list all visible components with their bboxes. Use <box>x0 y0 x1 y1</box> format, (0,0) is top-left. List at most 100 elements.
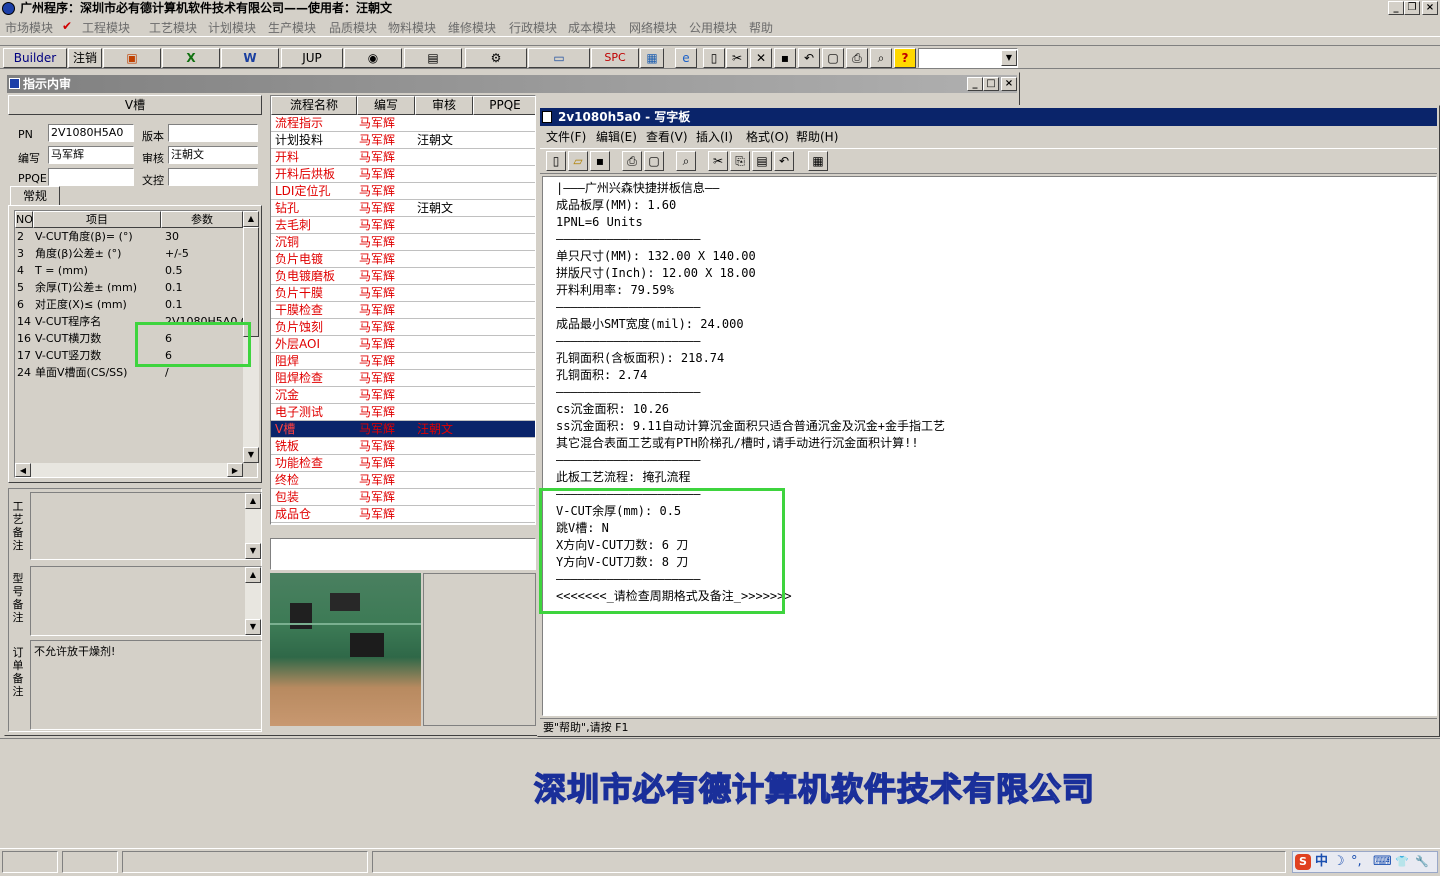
preview-icon[interactable]: ▢ <box>822 48 844 68</box>
delete-icon[interactable]: ✕ <box>750 48 772 68</box>
menu-engineering[interactable]: 工程模块 <box>82 19 130 36</box>
wp-find-icon[interactable]: ⌕ <box>676 151 696 171</box>
scroll-up-icon[interactable]: ▲ <box>245 493 261 509</box>
child-close-button[interactable]: × <box>1001 77 1017 91</box>
scroll-down-icon[interactable]: ▼ <box>243 447 259 463</box>
database-icon[interactable]: ▤ <box>404 48 462 68</box>
review-field[interactable]: 汪朝文 <box>168 146 258 164</box>
logout-button[interactable]: 注销 <box>68 48 102 68</box>
wp-cut-icon[interactable]: ✂ <box>708 151 728 171</box>
wp-menu-insert[interactable]: 插入(I) <box>696 128 733 145</box>
scroll-thumb[interactable] <box>243 227 259 337</box>
process-row[interactable]: 沉金 马军辉 <box>271 387 535 404</box>
ie-icon[interactable]: e <box>675 48 697 68</box>
wp-new-icon[interactable]: ▯ <box>546 151 566 171</box>
process-input[interactable] <box>270 538 536 570</box>
menu-quality[interactable]: 品质模块 <box>329 19 377 36</box>
menu-production[interactable]: 生产模块 <box>268 19 316 36</box>
builder-button[interactable]: Builder <box>3 48 67 68</box>
process-row[interactable]: 阻焊 马军辉 <box>271 353 535 370</box>
undo-icon[interactable]: ↶ <box>798 48 820 68</box>
process-row[interactable]: 开料后烘板 马军辉 <box>271 166 535 183</box>
keyboard-icon[interactable]: ⌨ <box>1373 852 1392 872</box>
excel-icon[interactable]: X <box>162 48 220 68</box>
remark2-vscroll[interactable]: ▲ ▼ <box>245 567 261 635</box>
report-icon[interactable]: ▣ <box>103 48 161 68</box>
word-icon[interactable]: W <box>221 48 279 68</box>
process-row[interactable]: 外层AOI 马军辉 <box>271 336 535 353</box>
process-row[interactable]: 计划投料 马军辉 汪朝文 <box>271 132 535 149</box>
table-row[interactable]: 24 单面V槽面(CS/SS) / <box>15 364 243 381</box>
process-row[interactable]: 铣板 马军辉 <box>271 438 535 455</box>
process-row[interactable]: 开料 马军辉 <box>271 149 535 166</box>
process-row[interactable]: V槽 马军辉 汪朝文 <box>271 421 535 438</box>
process-row[interactable]: 终检 马军辉 <box>271 472 535 489</box>
skin-icon[interactable]: 👕 <box>1395 852 1409 872</box>
version-field[interactable] <box>168 124 258 142</box>
print-icon[interactable]: ⎙ <box>846 48 868 68</box>
process-row[interactable]: 负片干膜 马军辉 <box>271 285 535 302</box>
grid-cell-param[interactable]: 2V1080H5A0.CS <box>165 313 243 330</box>
grid-cell-param[interactable]: 0.5 <box>165 262 243 279</box>
menu-public[interactable]: 公用模块 <box>689 19 737 36</box>
wp-print-icon[interactable]: ⎙ <box>622 151 642 171</box>
scroll-left-icon[interactable]: ◀ <box>15 463 31 477</box>
toolbar-combo[interactable]: ▼ <box>918 48 1018 68</box>
process-row[interactable]: 干膜检查 马军辉 <box>271 302 535 319</box>
wp-menu-edit[interactable]: 编辑(E) <box>596 128 637 145</box>
control-field[interactable] <box>168 168 258 186</box>
save-icon[interactable]: ▪ <box>774 48 796 68</box>
table-row[interactable]: 16 V-CUT横刀数 6 <box>15 330 243 347</box>
wp-menu-format[interactable]: 格式(O) <box>746 128 789 145</box>
scroll-up-icon[interactable]: ▲ <box>245 567 261 583</box>
menu-cost[interactable]: 成本模块 <box>568 19 616 36</box>
computer-icon[interactable]: ▭ <box>528 48 590 68</box>
menu-process[interactable]: 工艺模块 <box>149 19 197 36</box>
process-row[interactable]: LDI定位孔 马军辉 <box>271 183 535 200</box>
close-button[interactable]: × <box>1422 1 1438 15</box>
tab-general[interactable]: 常规 <box>10 186 60 206</box>
remark1-vscroll[interactable]: ▲ ▼ <box>245 493 261 559</box>
table-row[interactable]: 2 V-CUT角度(β)= (°) 30 <box>15 228 243 245</box>
eye-icon[interactable]: ◉ <box>344 48 402 68</box>
restore-button[interactable]: ❐ <box>1404 1 1420 15</box>
find-icon[interactable]: ⌕ <box>870 48 892 68</box>
menu-material[interactable]: 物料模块 <box>388 19 436 36</box>
ime-toolbar[interactable]: S 中 ☽ °, ⌨ 👕 🔧 <box>1292 851 1438 873</box>
wp-paste-icon[interactable]: ▤ <box>752 151 772 171</box>
sogou-icon[interactable]: S <box>1295 854 1311 870</box>
wp-preview-icon[interactable]: ▢ <box>644 151 664 171</box>
grid-cell-param[interactable]: 30 <box>165 228 243 245</box>
process-row[interactable]: 流程指示 马军辉 <box>271 115 535 132</box>
wp-save-icon[interactable]: ▪ <box>590 151 610 171</box>
menu-help[interactable]: 帮助 <box>749 19 773 36</box>
ime-chinese-icon[interactable]: 中 <box>1315 852 1328 872</box>
process-row[interactable]: 电子测试 马军辉 <box>271 404 535 421</box>
proc-header-review[interactable]: 审核 <box>415 96 473 115</box>
ppqe-field[interactable] <box>48 168 134 186</box>
menu-network[interactable]: 网络模块 <box>629 19 677 36</box>
grid-cell-param[interactable]: +/-5 <box>165 245 243 262</box>
grid-cell-param[interactable]: / <box>165 364 243 381</box>
menu-market[interactable]: 市场模块 <box>5 19 53 36</box>
process-row[interactable]: 负电镀磨板 马军辉 <box>271 268 535 285</box>
process-row[interactable]: 功能检查 马军辉 <box>271 455 535 472</box>
table-row[interactable]: 14 V-CUT程序名 2V1080H5A0.CS <box>15 313 243 330</box>
child-restore-button[interactable]: □ <box>983 77 999 91</box>
process-row[interactable]: 钻孔 马军辉 汪朝文 <box>271 200 535 217</box>
wp-menu-file[interactable]: 文件(F) <box>546 128 586 145</box>
pn-field[interactable]: 2V1080H5A0 <box>48 124 134 142</box>
table-row[interactable]: 4 T = (mm) 0.5 <box>15 262 243 279</box>
cut-icon[interactable]: ✂ <box>726 48 748 68</box>
grid-cell-param[interactable]: 6 <box>165 330 243 347</box>
tools-icon[interactable]: ⚙ <box>465 48 527 68</box>
scroll-up-icon[interactable]: ▲ <box>243 211 259 227</box>
process-row[interactable]: 阻焊检查 马军辉 <box>271 370 535 387</box>
punct-icon[interactable]: °, <box>1351 852 1362 872</box>
grid-cell-param[interactable]: 0.1 <box>165 279 243 296</box>
process-row[interactable]: 负片电镀 马军辉 <box>271 251 535 268</box>
chevron-down-icon[interactable]: ▼ <box>1001 50 1017 66</box>
wp-menu-view[interactable]: 查看(V) <box>646 128 688 145</box>
author-field[interactable]: 马军辉 <box>48 146 134 164</box>
wp-copy-icon[interactable]: ⎘ <box>730 151 750 171</box>
